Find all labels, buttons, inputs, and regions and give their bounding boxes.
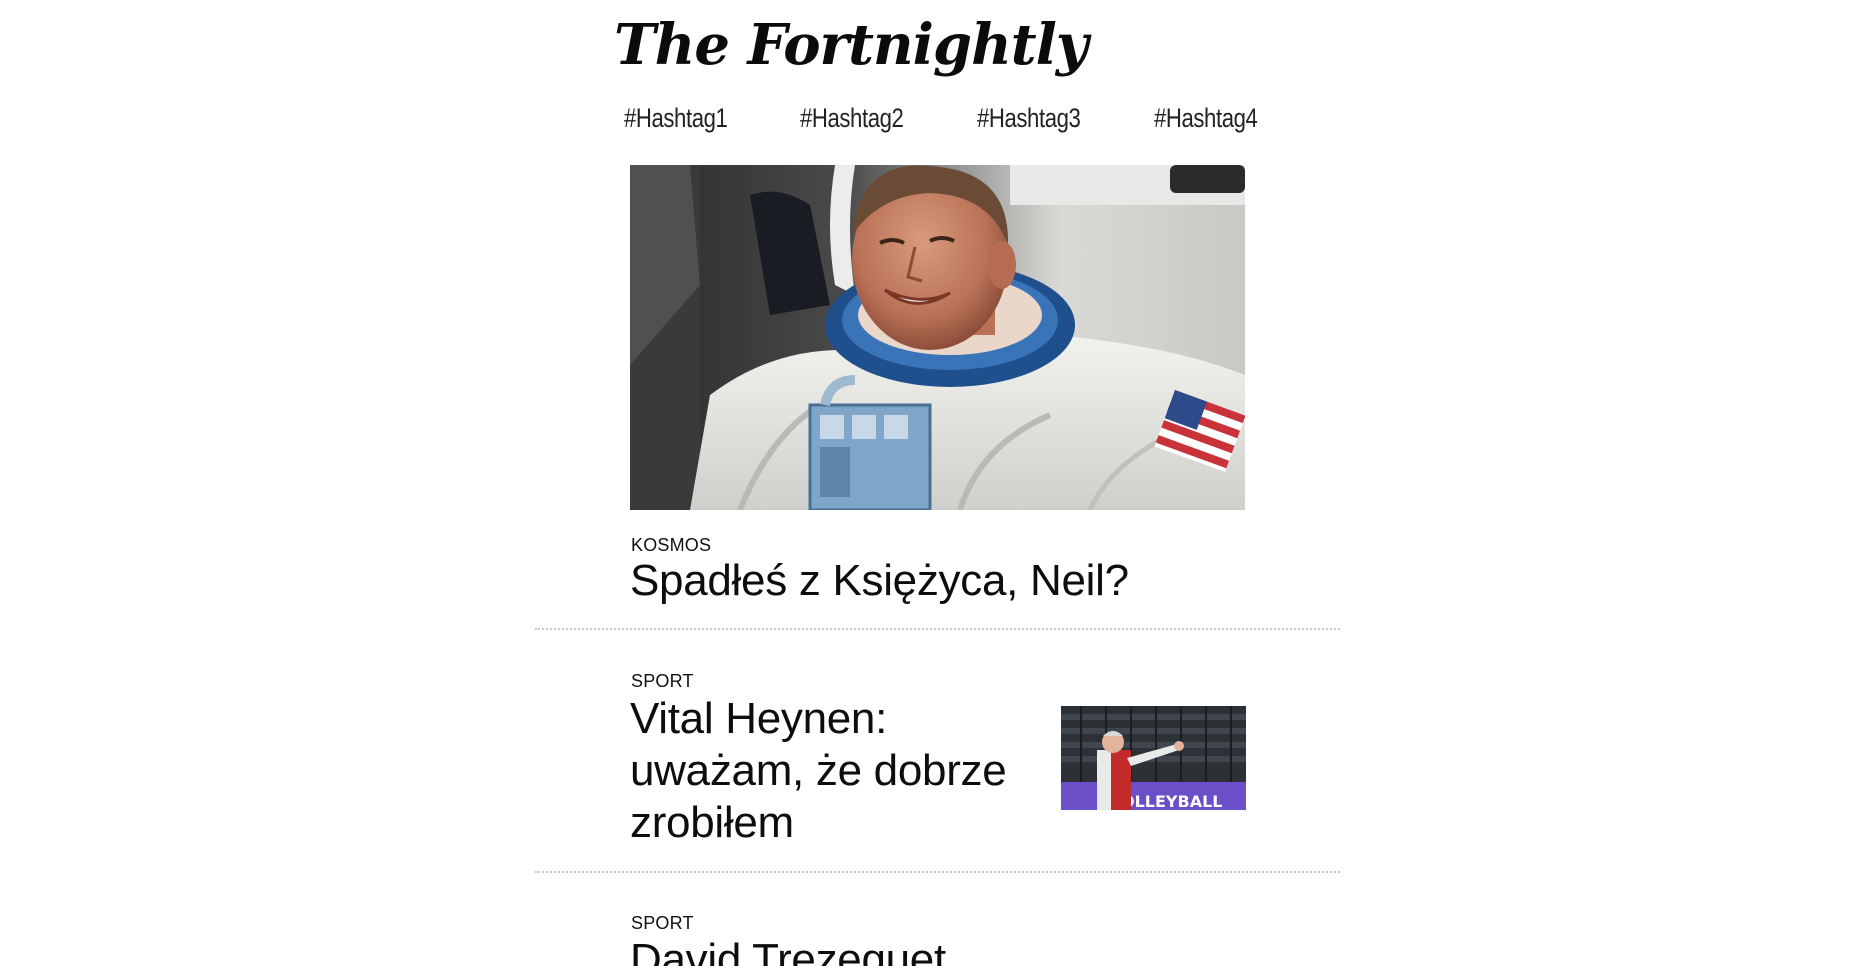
svg-text:OLLEYBALL: OLLEYBALL <box>1121 792 1222 810</box>
article-3-category[interactable]: SPORT <box>631 913 694 934</box>
article-1-headline[interactable]: Spadłeś z Księżyca, Neil? <box>630 555 1129 607</box>
article-2-headline-line-3: zrobiłem <box>630 798 794 847</box>
hashtag-nav: #Hashtag1 #Hashtag2 #Hashtag3 #Hashtag4 <box>622 103 1262 143</box>
article-3-headline[interactable]: David Trezeguet <box>630 934 946 966</box>
divider <box>535 871 1340 873</box>
article-2-headline-line-2: uważam, że dobrze <box>630 746 1007 795</box>
astronaut-photo <box>630 165 1245 510</box>
page: The Fortnightly #Hashtag1 #Hashtag2 #Has… <box>0 0 1859 966</box>
site-title[interactable]: The Fortnightly <box>614 12 1088 78</box>
article-1-image[interactable] <box>630 165 1245 510</box>
article-2-headline[interactable]: Vital Heynen: uważam, że dobrze zrobiłem <box>630 693 1007 849</box>
volleyball-coach-photo: OLLEYBALL <box>1061 706 1246 810</box>
divider <box>535 628 1340 630</box>
article-1-category[interactable]: KOSMOS <box>631 535 711 556</box>
nav-hashtag-4[interactable]: #Hashtag4 <box>1154 103 1258 134</box>
nav-hashtag-3[interactable]: #Hashtag3 <box>977 103 1081 134</box>
article-2-category[interactable]: SPORT <box>631 671 694 692</box>
nav-hashtag-2[interactable]: #Hashtag2 <box>800 103 904 134</box>
article-2-headline-line-1: Vital Heynen: <box>630 694 888 743</box>
article-2-image[interactable]: OLLEYBALL <box>1061 706 1246 810</box>
nav-hashtag-1[interactable]: #Hashtag1 <box>624 103 728 134</box>
